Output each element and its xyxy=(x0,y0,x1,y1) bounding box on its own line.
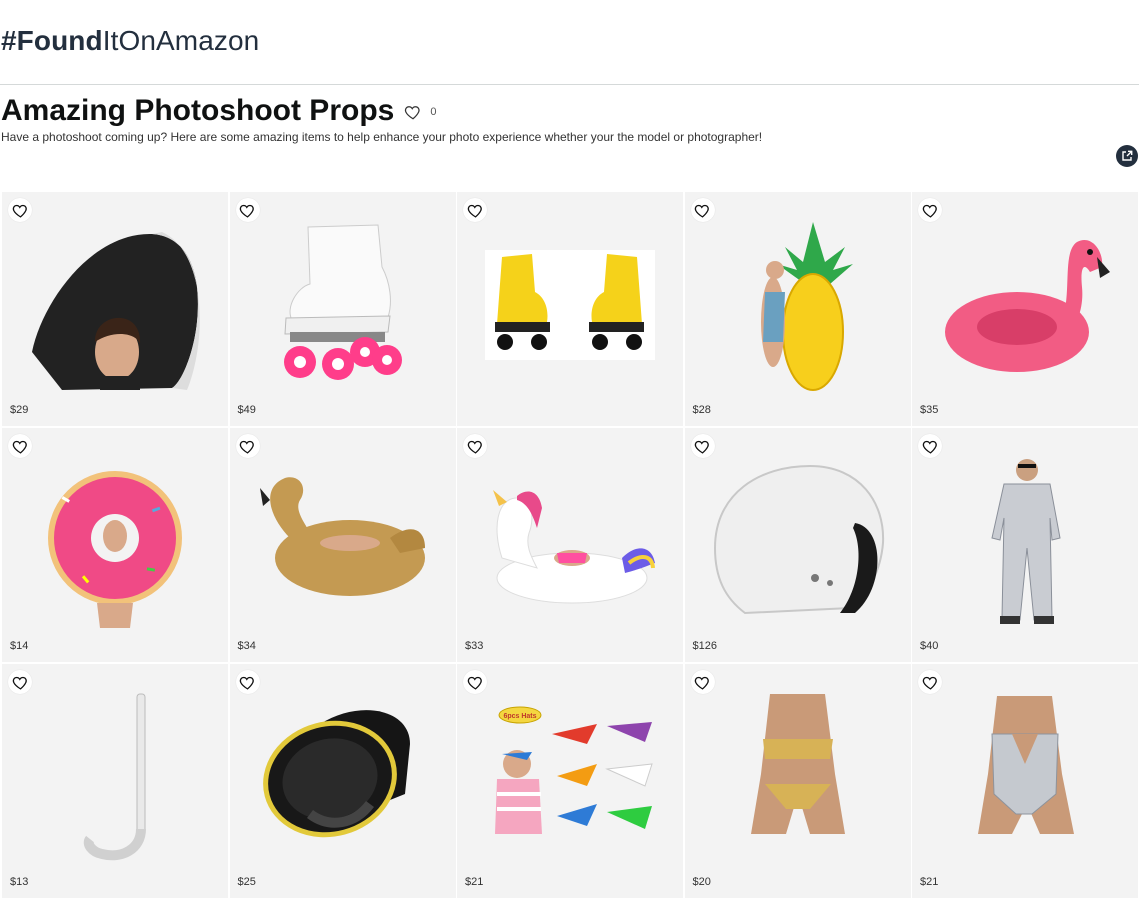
product-price: $29 xyxy=(10,404,29,416)
product-price: $20 xyxy=(692,876,711,888)
product-card[interactable]: 6pcs Hats $21 xyxy=(457,664,683,898)
favorite-button[interactable] xyxy=(235,434,260,458)
dive-mask-image xyxy=(262,710,410,838)
product-card[interactable]: $33 xyxy=(457,428,683,662)
product-card[interactable]: $40 xyxy=(912,428,1138,662)
product-card[interactable]: $126 xyxy=(684,428,911,662)
header-divider xyxy=(0,84,1139,85)
yellow-skates-image xyxy=(485,250,655,360)
product-card[interactable]: $28 xyxy=(684,192,911,426)
favorite-button[interactable] xyxy=(8,670,32,694)
pineapple-float-image xyxy=(760,222,853,391)
product-card[interactable]: $13 xyxy=(2,664,228,898)
snorkel-image xyxy=(83,693,146,861)
list-title-row: Amazing Photoshoot Props 0 xyxy=(1,93,436,129)
list-like[interactable]: 0 xyxy=(404,103,436,121)
share-icon xyxy=(1122,150,1133,161)
hat-image xyxy=(32,232,200,390)
favorite-button[interactable] xyxy=(918,198,942,222)
visor-badge-text: 6pcs Hats xyxy=(503,713,536,720)
list-title: Amazing Photoshoot Props xyxy=(1,94,395,127)
heart-outline-icon xyxy=(12,676,27,690)
heart-outline-icon xyxy=(467,204,482,218)
favorite-button[interactable] xyxy=(463,670,487,694)
heart-outline-icon xyxy=(467,440,482,454)
product-card[interactable]: $49 xyxy=(229,192,456,426)
product-price: $28 xyxy=(692,404,711,416)
product-card[interactable]: $21 xyxy=(912,664,1138,898)
heart-outline-icon xyxy=(12,204,27,218)
product-price: $21 xyxy=(465,876,484,888)
product-card[interactable]: $25 xyxy=(229,664,456,898)
brand-bold: #Found xyxy=(1,25,103,56)
heart-outline-icon xyxy=(694,440,709,454)
favorite-button[interactable] xyxy=(690,198,715,222)
heart-outline-icon xyxy=(239,440,254,454)
heart-outline-icon[interactable] xyxy=(404,103,422,121)
product-price: $34 xyxy=(237,640,256,652)
favorite-button[interactable] xyxy=(8,198,32,222)
like-count: 0 xyxy=(430,106,437,118)
favorite-button[interactable] xyxy=(463,434,487,458)
heart-outline-icon xyxy=(922,440,937,454)
brand-light: ItOnAmazon xyxy=(102,25,260,56)
product-card[interactable]: $34 xyxy=(229,428,456,662)
heart-outline-icon xyxy=(922,204,937,218)
product-price: $21 xyxy=(920,876,939,888)
favorite-button[interactable] xyxy=(235,670,260,694)
brand-logo[interactable]: #FoundItOnAmazon xyxy=(1,24,259,58)
favorite-button[interactable] xyxy=(690,670,715,694)
donut-float-image xyxy=(48,471,182,628)
visor-hats-image: 6pcs Hats xyxy=(495,706,653,834)
heart-outline-icon xyxy=(694,204,709,218)
helmet-image xyxy=(713,464,884,615)
favorite-button[interactable] xyxy=(690,434,715,458)
astronaut-costume-image xyxy=(991,459,1061,624)
favorite-button[interactable] xyxy=(918,434,942,458)
product-price: $40 xyxy=(920,640,939,652)
share-button[interactable] xyxy=(1116,145,1138,167)
favorite-button[interactable] xyxy=(235,198,260,222)
silver-swimsuit-image xyxy=(978,696,1074,834)
heart-outline-icon xyxy=(239,676,254,690)
product-price: $13 xyxy=(10,876,29,888)
unicorn-float-image xyxy=(493,490,655,604)
product-card[interactable]: $29 xyxy=(2,192,228,426)
swan-float-image xyxy=(259,477,425,596)
product-card[interactable] xyxy=(457,192,683,426)
heart-outline-icon xyxy=(12,440,27,454)
product-card[interactable]: $14 xyxy=(2,428,228,662)
product-price: $14 xyxy=(10,640,29,652)
gold-bikini-image xyxy=(750,694,845,834)
favorite-button[interactable] xyxy=(8,434,32,458)
flamingo-float-image xyxy=(945,240,1110,372)
product-card[interactable]: $20 xyxy=(684,664,911,898)
product-price: $33 xyxy=(465,640,484,652)
product-price: $25 xyxy=(237,876,256,888)
heart-outline-icon xyxy=(922,676,937,690)
product-card[interactable]: $35 xyxy=(912,192,1138,426)
favorite-button[interactable] xyxy=(918,670,942,694)
product-price: $126 xyxy=(692,640,717,652)
product-price: $35 xyxy=(920,404,939,416)
heart-outline-icon xyxy=(239,204,254,218)
product-price: $49 xyxy=(237,404,256,416)
heart-outline-icon xyxy=(467,676,482,690)
heart-outline-icon xyxy=(694,676,709,690)
roller-skate-image xyxy=(283,224,402,380)
favorite-button[interactable] xyxy=(463,198,487,222)
product-grid: $29 $49 $28 $35 $14 $34 $33 $126 $40 $13… xyxy=(2,192,1138,898)
list-description: Have a photoshoot coming up? Here are so… xyxy=(1,130,763,144)
